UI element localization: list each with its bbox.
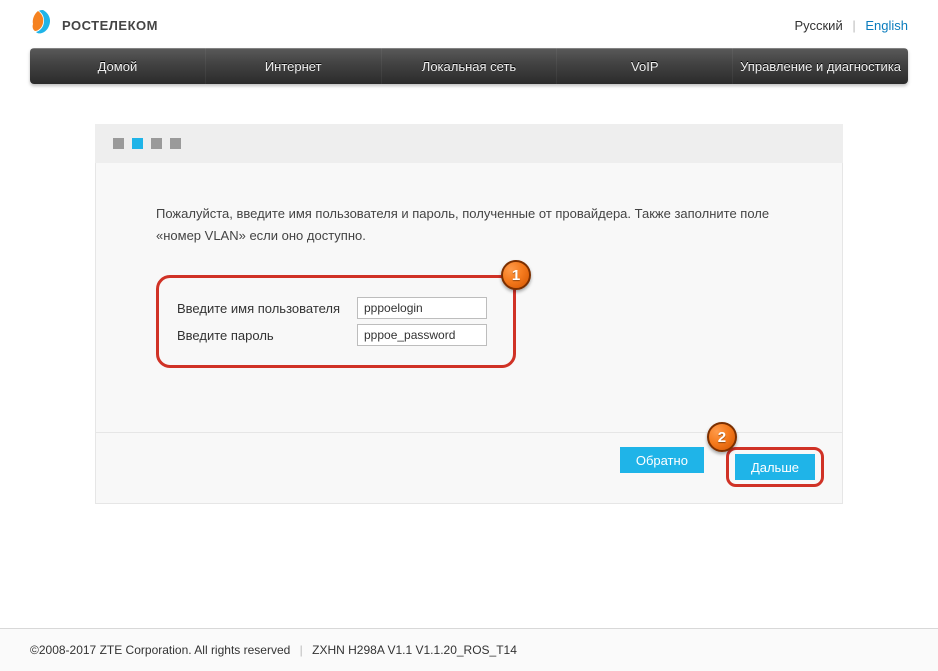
page-footer: ©2008-2017 ZTE Corporation. All rights r… [0,628,938,671]
wizard-steps [95,124,843,163]
password-input[interactable] [357,324,487,346]
back-button[interactable]: Обратно [620,447,704,473]
annotation-badge-2: 2 [707,422,737,452]
nav-voip[interactable]: VoIP [557,48,733,84]
next-button-highlight: 2 Дальше [726,447,824,487]
wizard-intro-text: Пожалуйста, введите имя пользователя и п… [156,203,782,247]
navbar: Домой Интернет Локальная сеть VoIP Управ… [30,48,908,84]
wizard-step-2 [132,138,143,149]
username-row: Введите имя пользователя [177,297,495,319]
wizard-body: Пожалуйста, введите имя пользователя и п… [95,163,843,433]
annotation-badge-1: 1 [501,260,531,290]
content-area: Пожалуйста, введите имя пользователя и п… [0,84,938,544]
nav-management[interactable]: Управление и диагностика [733,48,908,84]
lang-separator: | [852,18,855,33]
nav-internet[interactable]: Интернет [206,48,382,84]
wizard-step-1 [113,138,124,149]
lang-english[interactable]: English [865,18,908,33]
footer-copyright: ©2008-2017 ZTE Corporation. All rights r… [30,643,290,657]
header: РОСТЕЛЕКОМ Русский | English [0,0,938,48]
wizard-step-3 [151,138,162,149]
username-label: Введите имя пользователя [177,301,357,316]
username-input[interactable] [357,297,487,319]
logo-icon [30,8,56,42]
footer-separator: | [300,643,303,657]
footer-version: ZXHN H298A V1.1 V1.1.20_ROS_T14 [312,643,517,657]
credentials-form-highlight: 1 Введите имя пользователя Введите парол… [156,275,516,368]
logo: РОСТЕЛЕКОМ [30,8,158,42]
password-label: Введите пароль [177,328,357,343]
nav-home[interactable]: Домой [30,48,206,84]
wizard-step-4 [170,138,181,149]
wizard: Пожалуйста, введите имя пользователя и п… [95,124,843,504]
next-button[interactable]: Дальше [735,454,815,480]
logo-text: РОСТЕЛЕКОМ [62,18,158,33]
language-switch: Русский | English [794,18,908,33]
password-row: Введите пароль [177,324,495,346]
wizard-footer: Обратно 2 Дальше [95,433,843,504]
lang-russian[interactable]: Русский [794,18,842,33]
nav-lan[interactable]: Локальная сеть [382,48,558,84]
